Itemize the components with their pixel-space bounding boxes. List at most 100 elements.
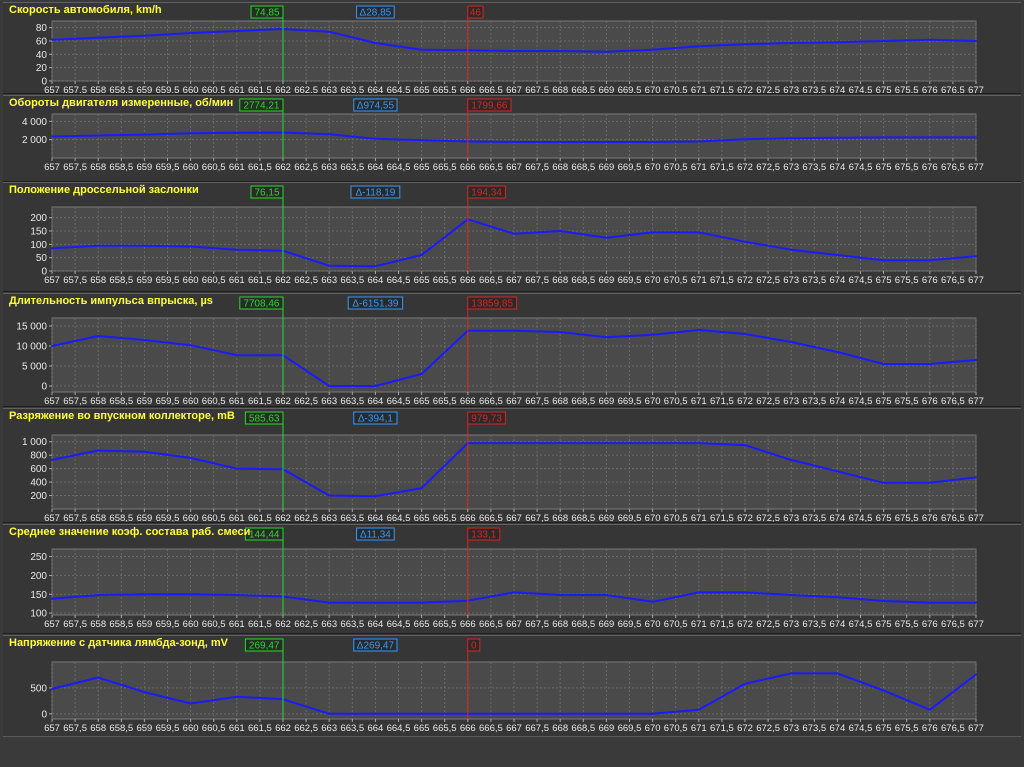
x-tick-label: 671,5: [710, 85, 734, 93]
data-point: [420, 373, 423, 375]
x-tick-label: 669: [598, 85, 614, 93]
x-tick-label: 676,5: [941, 162, 965, 173]
x-tick-label: 664,5: [387, 396, 411, 406]
x-tick-label: 666,5: [479, 396, 503, 406]
x-tick-label: 662: [275, 513, 291, 522]
x-tick-label: 669,5: [618, 396, 642, 406]
x-tick-label: 664,5: [387, 275, 411, 286]
x-tick-label: 667,5: [525, 619, 549, 630]
x-tick-label: 666: [460, 85, 476, 93]
x-tick-label: 667,5: [525, 275, 549, 286]
data-point: [97, 134, 100, 137]
x-tick-label: 661: [229, 723, 245, 734]
data-point: [559, 140, 562, 143]
panel-title: Скорость автомобиля, km/h: [9, 4, 162, 16]
x-tick-label: 676: [922, 275, 938, 286]
data-point: [975, 359, 977, 361]
x-tick-label: 659: [136, 85, 152, 93]
x-tick-label: 673,5: [802, 396, 826, 406]
x-tick-label: 658: [90, 723, 106, 734]
chart-svg: 657 657,5 658 658,5 659 659,5 660 660,5 661 661,5…: [30, 185, 984, 286]
data-point: [605, 236, 608, 239]
x-tick-label: 663: [321, 275, 337, 286]
data-point: [790, 594, 793, 597]
x-tick-label: 659,5: [156, 619, 180, 630]
x-tick-label: 661,5: [248, 396, 272, 406]
x-tick-label: 670,5: [664, 723, 688, 734]
x-tick-label: 664,5: [387, 513, 411, 522]
x-tick-label: 663: [321, 396, 337, 406]
data-point: [651, 140, 654, 143]
x-tick-label: 672,5: [756, 619, 780, 630]
x-tick-label: 662: [275, 723, 291, 734]
data-point: [513, 712, 515, 715]
x-tick-label: 662,5: [294, 723, 318, 734]
data-point: [235, 467, 238, 470]
x-tick-label: 667: [506, 513, 522, 522]
x-tick-label: 665: [414, 513, 430, 522]
x-tick-label: 665: [414, 396, 430, 406]
x-tick-label: 674,5: [849, 396, 873, 406]
delta-value: Δ11,34: [360, 530, 391, 541]
x-tick-label: 662,5: [294, 162, 318, 173]
x-tick-label: 661,5: [248, 162, 272, 173]
x-tick-label: 660: [183, 619, 199, 630]
x-tick-label: 657: [44, 396, 60, 406]
x-tick-label: 666,5: [479, 85, 503, 93]
panel-title: Среднее значение коэф. состава раб. смес…: [9, 526, 251, 538]
x-tick-label: 660,5: [202, 162, 226, 173]
x-tick-label: 675,5: [895, 396, 919, 406]
data-point: [790, 458, 793, 461]
red-cursor-value: 0: [471, 641, 477, 652]
x-tick-label: 667: [506, 723, 522, 734]
x-tick-label: 665,5: [433, 513, 457, 522]
x-tick-label: 668: [552, 85, 568, 93]
data-point: [559, 594, 562, 597]
x-tick-label: 675,5: [895, 723, 919, 734]
data-point: [697, 231, 700, 234]
x-tick-label: 657,5: [63, 619, 87, 630]
x-tick-label: 676: [922, 162, 938, 173]
x-tick-label: 659: [136, 275, 152, 286]
x-tick-label: 668,5: [571, 723, 595, 734]
x-tick-label: 677: [968, 275, 984, 286]
data-point: [975, 601, 977, 604]
data-point: [143, 339, 146, 341]
x-tick-label: 660: [183, 513, 199, 522]
x-tick-label: 675: [876, 162, 892, 173]
x-tick-label: 658,5: [109, 162, 133, 173]
data-point: [374, 601, 377, 604]
x-tick-label: 666: [460, 513, 476, 522]
data-point: [928, 136, 931, 139]
x-tick-label: 658,5: [109, 396, 133, 406]
x-tick-label: 664: [367, 396, 383, 406]
y-tick-label: 600: [30, 464, 47, 475]
data-point: [235, 248, 238, 251]
data-point: [928, 38, 931, 41]
x-tick-label: 675,5: [895, 619, 919, 630]
x-tick-label: 676,5: [941, 275, 965, 286]
data-point: [882, 259, 885, 262]
x-tick-label: 664: [367, 162, 383, 173]
data-point: [651, 48, 654, 51]
data-point: [882, 40, 885, 42]
x-tick-label: 671: [691, 396, 707, 406]
x-tick-label: 662: [275, 396, 291, 406]
data-point: [97, 594, 100, 597]
y-tick-label: 400: [30, 478, 47, 489]
x-tick-label: 675: [876, 513, 892, 522]
data-point: [189, 132, 192, 135]
x-tick-label: 672,5: [756, 275, 780, 286]
data-point: [697, 140, 700, 143]
data-point: [605, 50, 608, 53]
x-tick-label: 664: [367, 513, 383, 522]
x-tick-label: 666: [460, 275, 476, 286]
data-point: [651, 442, 654, 445]
y-tick-label: 200: [30, 571, 47, 582]
x-tick-label: 663,5: [340, 396, 364, 406]
x-tick-label: 671,5: [710, 723, 734, 734]
x-tick-label: 661: [229, 396, 245, 406]
x-tick-label: 657,5: [63, 85, 87, 93]
x-tick-label: 669: [598, 396, 614, 406]
x-tick-label: 673,5: [802, 85, 826, 93]
